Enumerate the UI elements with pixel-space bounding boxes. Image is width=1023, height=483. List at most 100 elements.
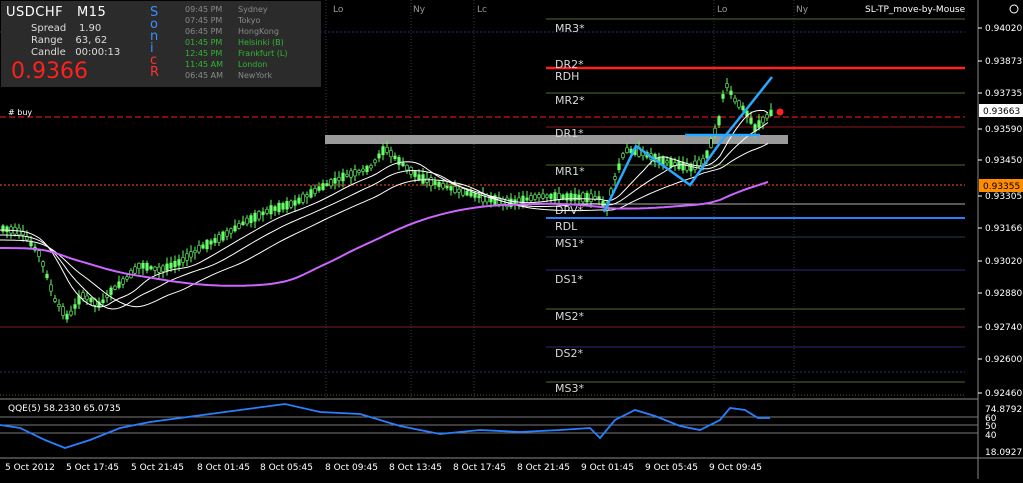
symbol-name: USDCHF xyxy=(6,5,64,20)
candle-body xyxy=(737,100,741,108)
time-axis-label: 8 Oct 17:45 xyxy=(453,463,506,473)
candle-body xyxy=(729,90,733,95)
session-city: London xyxy=(238,60,268,69)
candle-body xyxy=(561,194,565,199)
candle-body xyxy=(625,147,629,153)
candle-body xyxy=(221,231,225,241)
candle-body xyxy=(49,284,53,292)
price-axis: 0.94020 0.93873 0.93735 0.93590 0.93450 0.933… xyxy=(978,24,1022,399)
candle-body xyxy=(169,262,173,269)
candle-body xyxy=(461,188,465,196)
candle-label: Candle xyxy=(31,47,66,58)
candle-timer: 00:00:13 xyxy=(75,47,121,58)
candle-body xyxy=(457,188,461,193)
candle-body xyxy=(545,194,549,198)
indicator-axis-40: 40 xyxy=(985,431,997,441)
pivot-mr1: MR1* xyxy=(555,165,585,178)
candle-body xyxy=(589,193,593,202)
candle-body xyxy=(121,278,125,285)
symbol-info-panel: USDCHF M15 Spread 1.90 Range 63, 62 Cand… xyxy=(1,1,321,87)
candle-body xyxy=(109,287,113,295)
candle-body xyxy=(53,298,57,302)
candle-body xyxy=(333,177,337,184)
candle-body xyxy=(153,266,157,271)
candle-body xyxy=(557,193,561,201)
candle-body xyxy=(117,281,121,288)
candle-body xyxy=(261,211,265,216)
timeframe: M15 xyxy=(77,5,107,20)
pivot-ms3: MS3* xyxy=(555,382,584,395)
candle-body xyxy=(477,195,481,199)
pivot-ms2: MS2* xyxy=(555,310,584,323)
pivot-mr3: MR3* xyxy=(555,22,585,35)
trend-lines[interactable] xyxy=(602,76,773,213)
candle-body xyxy=(293,200,297,206)
candle-body xyxy=(41,261,45,267)
candle-body xyxy=(437,181,441,187)
candle-body xyxy=(661,157,665,165)
candle-body xyxy=(305,194,309,198)
candle-body xyxy=(353,169,357,177)
candle-body xyxy=(445,185,449,189)
candle-body xyxy=(469,192,473,197)
candle-body xyxy=(425,177,429,183)
candle-body xyxy=(537,194,541,199)
candle-body xyxy=(717,116,721,126)
candle-body xyxy=(389,150,393,158)
range-value: 63, 62 xyxy=(75,35,108,46)
candle-body xyxy=(209,240,213,245)
brand-letter: R xyxy=(150,65,160,80)
price-axis-label: 0.92880 xyxy=(985,289,1022,299)
price-axis-label: 0.92460 xyxy=(985,389,1022,399)
candle-body xyxy=(393,155,397,160)
time-axis-label: 9 Oct 09:45 xyxy=(709,463,762,473)
candle-body xyxy=(465,190,469,196)
candle-body xyxy=(85,295,89,300)
order-marker[interactable] xyxy=(776,108,784,116)
candle-body xyxy=(473,193,477,198)
candle-body xyxy=(57,304,61,308)
candle-body xyxy=(89,297,93,303)
candle-body xyxy=(165,263,169,271)
candle-body xyxy=(237,223,241,229)
indicator-axis-min: 18.0927 xyxy=(985,448,1022,458)
candle-body xyxy=(177,259,181,266)
candle-body xyxy=(405,164,409,171)
candle-body xyxy=(417,174,421,181)
candle-body xyxy=(741,105,745,111)
candle-body xyxy=(309,189,313,198)
candle-body xyxy=(189,251,193,258)
price-axis-label: 0.92740 xyxy=(985,323,1022,333)
candle-body xyxy=(61,306,65,316)
candle-body xyxy=(533,194,537,200)
candle-body xyxy=(721,94,725,99)
candle-body xyxy=(233,225,237,232)
candle-body xyxy=(345,173,349,177)
candle-body xyxy=(385,146,389,153)
candle-body xyxy=(197,245,201,253)
pivot-dr1: DR1* xyxy=(555,127,584,140)
candle-body xyxy=(421,174,425,184)
trade-label[interactable]: # buy xyxy=(8,108,32,117)
price-axis-label: 0.94020 xyxy=(985,24,1022,34)
time-axis-label: 8 Oct 09:45 xyxy=(325,463,378,473)
candle-body xyxy=(349,170,353,178)
candle-body xyxy=(265,209,269,214)
candle-body xyxy=(21,231,25,236)
candle-body xyxy=(245,217,249,225)
session-marker-lo: Lo xyxy=(717,5,728,15)
candle-body xyxy=(441,183,445,189)
candle-body xyxy=(357,170,361,173)
range-label: Range xyxy=(31,35,63,46)
candle-body xyxy=(253,212,257,222)
chart-window[interactable]: MR3* DR2* RDH MR2* DR1* MR1* DPV* RDL MS… xyxy=(0,0,1023,479)
candle-body xyxy=(125,276,129,280)
candle-body xyxy=(257,211,261,220)
candle-body xyxy=(449,186,453,191)
candle-body xyxy=(429,177,433,187)
candle-body xyxy=(617,163,621,171)
time-axis-label: 5 Oct 21:45 xyxy=(131,463,184,473)
session-city: Frankfurt (L) xyxy=(238,49,288,58)
candle-body xyxy=(529,195,533,202)
candle-body xyxy=(369,165,373,169)
